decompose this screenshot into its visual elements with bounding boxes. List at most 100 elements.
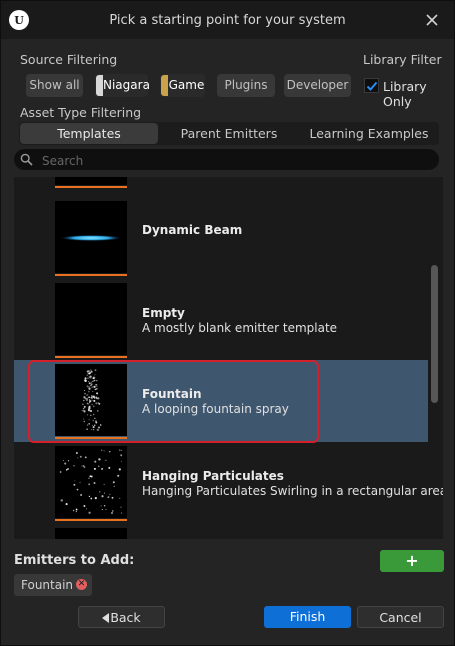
tab-learning-examples[interactable]: Learning Examples (300, 123, 438, 144)
particulate-dot (111, 496, 114, 499)
particulate-dot (65, 503, 68, 506)
remove-icon[interactable]: ✕ (76, 579, 87, 590)
thumbnail (55, 177, 127, 188)
fountain-particle (93, 413, 95, 416)
fountain-particle (88, 423, 90, 425)
fountain-particle (92, 405, 95, 408)
fountain-particle (95, 402, 98, 405)
particulate-dot (93, 481, 96, 485)
search-bar (14, 149, 439, 172)
particulate-dot (107, 496, 110, 499)
tab-parent-emitters[interactable]: Parent Emitters (160, 123, 298, 144)
tab-templates[interactable]: Templates (20, 123, 158, 144)
particulate-dot (110, 511, 114, 515)
fountain-particle (94, 388, 97, 391)
thumbnail-accent-bar (55, 437, 127, 439)
fountain-particle (91, 403, 93, 406)
particulate-dot (77, 457, 79, 459)
back-button[interactable]: Back (78, 606, 165, 628)
fountain-particle (96, 392, 99, 395)
item-description: Hanging Particulates Swirling in a recta… (142, 484, 443, 498)
item-description: A looping fountain spray (142, 402, 289, 416)
fountain-particle (88, 408, 91, 411)
particulate-dot (109, 493, 111, 495)
particulate-dot (105, 459, 107, 461)
list-item-empty[interactable]: Empty A mostly blank emitter template (14, 279, 428, 361)
fountain-particle (89, 402, 91, 404)
asset-type-segmented-control: Templates Parent Emitters Learning Examp… (19, 122, 439, 145)
fountain-particle (83, 407, 85, 409)
add-emitter-button[interactable]: + (380, 550, 444, 572)
particulate-dot (59, 471, 62, 473)
search-icon (20, 153, 33, 166)
fountain-particle (83, 420, 86, 423)
fountain-particle (94, 374, 96, 376)
fountain-particle (84, 379, 87, 382)
fountain-particle (93, 424, 96, 426)
particulate-dot (98, 458, 100, 460)
fountain-particle (91, 386, 93, 388)
particulate-dot (101, 508, 103, 511)
filter-chip-niagara[interactable]: Niagara (95, 74, 150, 97)
item-description: A mostly blank emitter template (142, 321, 338, 335)
library-filter-label: Library Filter (363, 52, 442, 67)
fountain-particle (88, 396, 90, 399)
item-name: Fountain (142, 387, 202, 401)
list-item[interactable] (14, 524, 428, 539)
fountain-particle (93, 395, 96, 398)
fountain-particle (90, 383, 93, 386)
fountain-particle (90, 381, 93, 384)
list-item-fountain[interactable]: Fountain A looping fountain spray (14, 360, 428, 442)
list-scrollbar-thumb[interactable] (431, 265, 438, 403)
particulate-dot (119, 449, 121, 451)
particulate-dot (88, 511, 91, 514)
fountain-particle (83, 405, 86, 408)
filter-chip-developer[interactable]: Developer (284, 74, 351, 97)
filter-chip-plugins[interactable]: Plugins (217, 74, 275, 97)
list-item[interactable] (14, 177, 428, 191)
fountain-particle (93, 399, 96, 402)
particulate-dot (120, 512, 123, 514)
particulate-dot (101, 467, 104, 470)
fountain-particle (86, 428, 88, 431)
fountain-particle (84, 377, 87, 380)
filter-chip-show-all[interactable]: Show all (26, 74, 83, 97)
fountain-particle (89, 399, 91, 401)
particulate-dot (99, 491, 101, 493)
fountain-particle (92, 426, 95, 429)
finish-button[interactable]: Finish (264, 606, 351, 628)
niagara-color-stripe (96, 75, 103, 96)
emitter-chip-label: Fountain (21, 578, 74, 592)
particulate-dot (120, 454, 123, 457)
search-input[interactable] (40, 149, 434, 172)
particulate-dot (81, 465, 83, 467)
fountain-particle (95, 379, 98, 382)
particulate-dot (73, 465, 75, 467)
particulate-dot (88, 477, 90, 479)
thumbnail-empty (55, 283, 127, 358)
close-button[interactable] (422, 10, 442, 30)
fountain-particle (97, 410, 99, 412)
particulate-dot (103, 450, 105, 452)
fountain-particle (87, 377, 89, 380)
particulate-dot (88, 495, 91, 498)
particulate-dot (113, 485, 115, 488)
item-name: Dynamic Beam (142, 223, 243, 237)
fountain-particle (88, 399, 92, 403)
thumbnail-accent-bar (55, 274, 127, 276)
particulate-dot (98, 465, 100, 468)
cancel-button[interactable]: Cancel (357, 606, 444, 628)
fountain-particle (88, 382, 91, 385)
particulate-dot (120, 460, 122, 462)
fountain-particle (88, 391, 90, 393)
library-only-checkbox[interactable] (364, 78, 379, 93)
list-item-hanging-particulates[interactable]: Hanging Particulates Hanging Particulate… (14, 442, 443, 524)
fountain-particle (90, 428, 92, 431)
fountain-particle (83, 399, 85, 402)
particulate-dot (108, 466, 111, 469)
particulate-dot (89, 475, 92, 477)
fountain-particle (83, 389, 85, 392)
filter-chip-game[interactable]: Game (160, 74, 205, 97)
fountain-particle (90, 370, 93, 373)
list-item-dynamic-beam[interactable]: Dynamic Beam (14, 197, 428, 279)
